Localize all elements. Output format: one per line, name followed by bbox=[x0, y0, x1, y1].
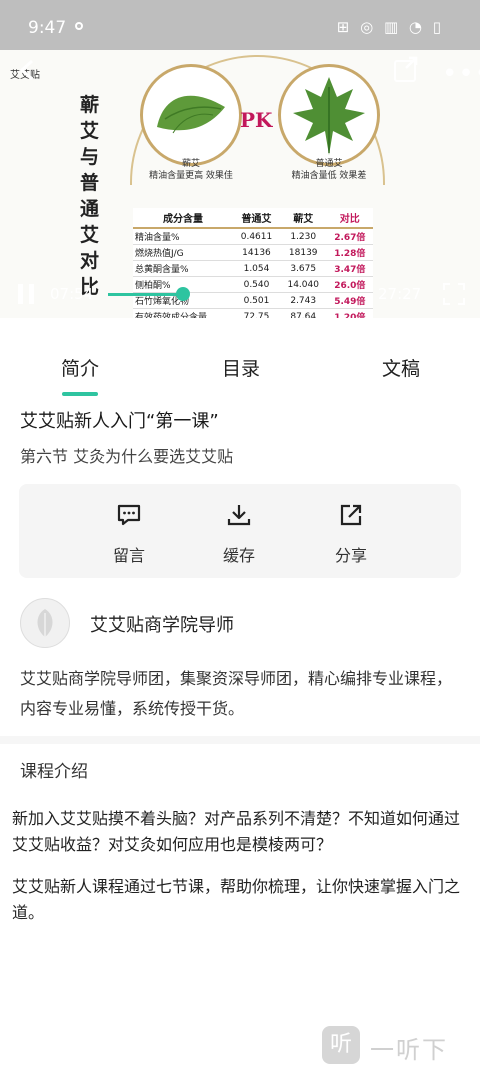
table-header-cell: 对比 bbox=[326, 208, 373, 229]
right-leaf-desc: 精油含量低 效果差 bbox=[291, 171, 367, 181]
share-top-button[interactable] bbox=[394, 56, 418, 82]
course-intro-paragraph-1: 新加入艾艾贴摸不着头脑？对产品系列不清楚？不知道如何通过艾艾贴收益？对艾灸如何应… bbox=[12, 809, 461, 854]
comparison-table-header: 成分含量 普通艾 蕲艾 对比 bbox=[133, 208, 373, 229]
tab-transcript[interactable]: 文稿 bbox=[382, 354, 420, 381]
leaf-logo-icon bbox=[37, 609, 53, 637]
download-icon bbox=[227, 505, 251, 526]
action-panel: 留言 缓存 分享 bbox=[19, 484, 461, 578]
status-time: 9:47 bbox=[28, 18, 67, 38]
download-button[interactable]: 缓存 bbox=[209, 502, 269, 566]
comment-label: 留言 bbox=[112, 546, 145, 565]
share-icon bbox=[340, 504, 362, 526]
current-time: 07:54 bbox=[50, 285, 94, 303]
status-icons: ⊞ ◎ ▥ ◔ ▯ bbox=[336, 18, 444, 36]
left-leaf-desc: 精油含量更高 效果佳 bbox=[149, 171, 233, 181]
share-button[interactable]: 分享 bbox=[321, 502, 381, 566]
fullscreen-icon-corner bbox=[443, 298, 450, 305]
watermark-logo-icon: 听 bbox=[322, 1026, 360, 1064]
comment-button[interactable]: 留言 bbox=[99, 502, 159, 566]
more-options-button[interactable]: ••• bbox=[442, 61, 480, 87]
page: 艾艾贴 蕲艾与普通艾对比 PK 蕲艾 精油含量更高 效果佳 普通艾 精油含量低 … bbox=[0, 0, 480, 1066]
left-leaf-caption: 蕲艾 精油含量更高 效果佳 bbox=[126, 158, 256, 182]
table-header-cell: 蕲艾 bbox=[279, 208, 327, 229]
table-header-cell: 成分含量 bbox=[133, 208, 234, 229]
seek-bar-progress bbox=[108, 293, 183, 296]
table-cell: 18139 bbox=[279, 244, 327, 261]
status-bar: 9:47 ⊞ ◎ ▥ ◔ ▯ bbox=[0, 0, 480, 50]
table-cell: 0.4611 bbox=[233, 228, 280, 245]
table-cell: 燃烧热值J/G bbox=[133, 244, 234, 261]
mentor-avatar[interactable] bbox=[20, 598, 70, 648]
pk-label: PK bbox=[240, 108, 273, 132]
notification-icon bbox=[75, 22, 83, 30]
common-ai-leaf-image bbox=[278, 64, 380, 166]
external-link-icon bbox=[405, 56, 418, 69]
pause-button[interactable] bbox=[18, 284, 36, 304]
share-label: 分享 bbox=[334, 546, 367, 565]
mentor-row[interactable]: 艾艾贴商学院导师 bbox=[20, 598, 460, 650]
mentor-name[interactable]: 艾艾贴商学院导师 bbox=[90, 611, 234, 637]
fullscreen-icon-corner bbox=[458, 298, 465, 305]
total-time: 27:27 bbox=[378, 285, 422, 303]
pause-icon-bar bbox=[29, 284, 34, 304]
table-row: 燃烧热值J/G 14136 18139 1.28倍 bbox=[133, 244, 373, 261]
section-divider bbox=[0, 736, 480, 744]
content-tabs: 简介 目录 文稿 bbox=[0, 318, 480, 398]
course-intro-heading: 课程介绍 bbox=[20, 762, 88, 782]
back-button[interactable] bbox=[16, 58, 40, 89]
course-intro-paragraph-2: 艾艾贴新人课程通过七节课，帮助你梳理，让你快速掌握入门之道。 bbox=[12, 877, 461, 922]
active-tab-indicator bbox=[62, 392, 98, 396]
slide-vertical-title: 蕲艾与普通艾对比 bbox=[80, 94, 100, 298]
mentor-description: 艾艾贴商学院导师团，集聚资深导师团，精心编排专业课程，内容专业易懂，系统传授干货… bbox=[20, 669, 453, 718]
back-arrow-icon bbox=[19, 59, 34, 81]
fullscreen-icon bbox=[443, 283, 450, 290]
comment-icon bbox=[117, 504, 141, 526]
table-cell: 1.28倍 bbox=[326, 244, 373, 261]
watermark-text: 一听下载 bbox=[370, 1036, 448, 1064]
video-controls: 07:54 27:27 bbox=[0, 274, 480, 314]
download-label: 缓存 bbox=[222, 546, 255, 565]
table-header-cell: 普通艾 bbox=[233, 208, 280, 229]
table-row: 精油含量% 0.4611 1.230 2.67倍 bbox=[133, 228, 373, 245]
table-cell: 1.230 bbox=[279, 228, 327, 245]
pause-icon bbox=[18, 284, 23, 304]
tab-catalog[interactable]: 目录 bbox=[222, 354, 260, 381]
tab-intro[interactable]: 简介 bbox=[61, 354, 99, 381]
course-title: 艾艾贴新人入门“第一课” bbox=[20, 411, 219, 432]
right-leaf-name: 普通艾 bbox=[315, 159, 343, 169]
fullscreen-button[interactable] bbox=[443, 283, 465, 305]
table-cell: 精油含量% bbox=[133, 228, 234, 245]
watermark: 听 一听下载 bbox=[322, 1026, 472, 1064]
lesson-subtitle: 第六节 艾灸为什么要选艾艾贴 bbox=[20, 447, 234, 466]
video-player[interactable]: 艾艾贴 蕲艾与普通艾对比 PK 蕲艾 精油含量更高 效果佳 普通艾 精油含量低 … bbox=[0, 0, 480, 318]
seek-knob[interactable] bbox=[175, 287, 190, 301]
qi-ai-leaf-image bbox=[140, 64, 242, 166]
right-leaf-caption: 普通艾 精油含量低 效果差 bbox=[264, 158, 394, 182]
fullscreen-icon-corner bbox=[458, 283, 465, 290]
left-leaf-name: 蕲艾 bbox=[181, 159, 200, 169]
table-cell: 2.67倍 bbox=[326, 228, 373, 245]
table-cell: 14136 bbox=[233, 244, 280, 261]
seek-bar[interactable] bbox=[108, 293, 368, 296]
